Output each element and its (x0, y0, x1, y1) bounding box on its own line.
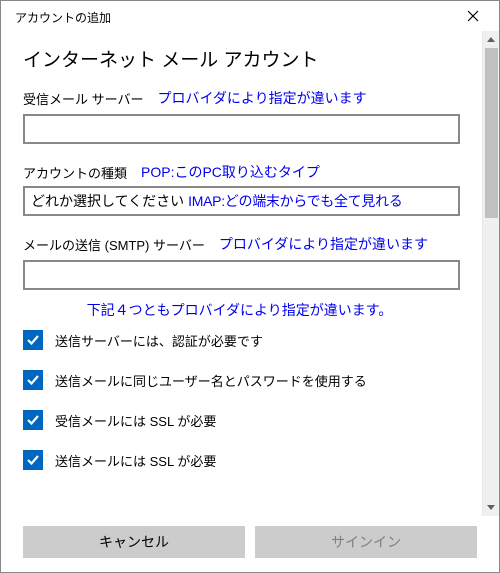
smtp-note: プロバイダにより指定が違います (219, 234, 428, 254)
close-icon (467, 9, 479, 25)
check-auth-required[interactable] (23, 330, 43, 350)
incoming-note: プロバイダにより指定が違います (157, 88, 366, 108)
incoming-server-input[interactable] (23, 114, 460, 144)
scroll-down-icon[interactable] (483, 499, 499, 516)
title-bar: アカウントの追加 (1, 1, 499, 31)
check-same-credentials-label: 送信メールに同じユーザー名とパスワードを使用する (55, 371, 367, 390)
account-type-row: アカウントの種類 POP:このPC取り込むタイプ (23, 162, 460, 182)
smtp-label: メールの送信 (SMTP) サーバー (23, 235, 205, 254)
check-same-credentials-row: 送信メールに同じユーザー名とパスワードを使用する (23, 370, 460, 390)
smtp-row: メールの送信 (SMTP) サーバー プロバイダにより指定が違います (23, 234, 460, 254)
content-wrap: インターネット メール アカウント 受信メール サーバー プロバイダにより指定が… (1, 31, 499, 516)
check-outgoing-ssl[interactable] (23, 450, 43, 470)
check-outgoing-ssl-row: 送信メールには SSL が必要 (23, 450, 460, 470)
check-incoming-ssl-label: 受信メールには SSL が必要 (55, 411, 216, 430)
scroll-up-icon[interactable] (483, 31, 499, 48)
group-note: 下記４つともプロバイダにより指定が違います。 (19, 300, 460, 320)
check-auth-required-row: 送信サーバーには、認証が必要です (23, 330, 460, 350)
account-type-placeholder: どれか選択してください (31, 191, 184, 211)
check-same-credentials[interactable] (23, 370, 43, 390)
incoming-row: 受信メール サーバー プロバイダにより指定が違います (23, 88, 460, 108)
checkmark-icon (26, 413, 40, 427)
dialog-window: アカウントの追加 インターネット メール アカウント 受信メール サーバー プロ… (0, 0, 500, 573)
button-bar: キャンセル サインイン (1, 516, 499, 572)
smtp-server-input[interactable] (23, 260, 460, 290)
page-title: インターネット メール アカウント (23, 45, 460, 72)
account-type-note: POP:このPC取り込むタイプ (141, 162, 320, 182)
cancel-button[interactable]: キャンセル (23, 526, 245, 558)
signin-button[interactable]: サインイン (255, 526, 477, 558)
check-incoming-ssl-row: 受信メールには SSL が必要 (23, 410, 460, 430)
checkmark-icon (26, 453, 40, 467)
checkmark-icon (26, 333, 40, 347)
window-title: アカウントの追加 (15, 9, 111, 26)
account-type-label: アカウントの種類 (23, 163, 127, 182)
scroll-thumb[interactable] (485, 48, 498, 218)
scrollbar[interactable] (482, 31, 499, 516)
check-incoming-ssl[interactable] (23, 410, 43, 430)
check-outgoing-ssl-label: 送信メールには SSL が必要 (55, 451, 216, 470)
check-auth-required-label: 送信サーバーには、認証が必要です (55, 331, 263, 350)
checkmark-icon (26, 373, 40, 387)
close-button[interactable] (455, 7, 491, 27)
account-type-select-note: IMAP:どの端末からでも全て見れる (188, 191, 402, 211)
content-area: インターネット メール アカウント 受信メール サーバー プロバイダにより指定が… (1, 31, 482, 516)
account-type-select[interactable]: どれか選択してください IMAP:どの端末からでも全て見れる (23, 186, 460, 216)
incoming-label: 受信メール サーバー (23, 89, 143, 108)
